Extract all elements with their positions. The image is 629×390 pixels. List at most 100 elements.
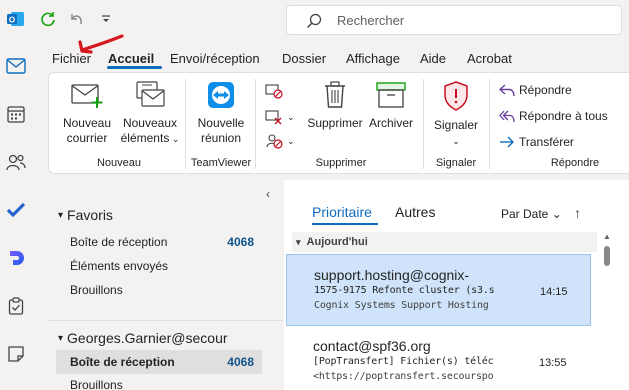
annotation-arrow bbox=[78, 34, 124, 54]
ribbon-separator bbox=[185, 79, 186, 169]
chevron-down-icon: ▾ bbox=[58, 209, 64, 221]
teamviewer-icon bbox=[189, 81, 253, 113]
scroll-up-icon[interactable]: ▲ bbox=[603, 232, 611, 241]
chevron-down-icon: ▾ bbox=[296, 236, 301, 247]
ribbon-separator bbox=[423, 79, 424, 169]
folder-inbox[interactable]: Boîte de réception bbox=[70, 355, 175, 369]
sort-direction-icon[interactable]: ↑ bbox=[574, 205, 581, 221]
reply-icon bbox=[499, 84, 515, 97]
active-tab-indicator bbox=[107, 66, 162, 69]
unread-count: 4068 bbox=[227, 355, 254, 369]
trash-icon bbox=[305, 81, 365, 113]
folder-inbox-favorite[interactable]: Boîte de réception bbox=[70, 235, 167, 249]
search-placeholder: Rechercher bbox=[337, 13, 405, 28]
teamviewer-label: Nouvelle bbox=[197, 116, 245, 130]
outlook-logo-icon: O bbox=[6, 9, 26, 29]
unread-count: 4068 bbox=[227, 235, 254, 249]
new-mail-icon bbox=[57, 81, 117, 113]
chevron-down-icon: ⌄ bbox=[287, 111, 295, 122]
folder-drafts-favorite[interactable]: Brouillons bbox=[70, 283, 123, 297]
tab-acrobat[interactable]: Acrobat bbox=[467, 51, 512, 66]
ignore-button[interactable] bbox=[265, 83, 283, 99]
cleanup-icon bbox=[265, 110, 282, 125]
new-mail-button[interactable]: Nouveau courrier bbox=[57, 81, 117, 146]
reply-all-button[interactable]: Répondre à tous bbox=[499, 109, 608, 123]
favorites-header[interactable]: ▾ Favoris bbox=[58, 207, 113, 223]
group-label-respond: Répondre bbox=[550, 157, 600, 169]
message-time: 14:15 bbox=[540, 286, 568, 298]
tab-envoi-reception[interactable]: Envoi/réception bbox=[170, 51, 260, 66]
reply-label: Répondre bbox=[519, 83, 572, 97]
svg-text:O: O bbox=[9, 16, 15, 25]
delete-button[interactable]: Supprimer bbox=[305, 81, 365, 131]
scrollbar[interactable]: ▲ bbox=[602, 232, 612, 390]
tasks-clipboard-icon[interactable] bbox=[4, 294, 28, 318]
favorites-label: Favoris bbox=[67, 207, 113, 223]
folder-divider bbox=[48, 320, 284, 321]
new-items-button[interactable]: Nouveaux éléments ⌄ bbox=[117, 81, 183, 147]
app-rail bbox=[0, 40, 32, 390]
new-mail-label: Nouveau bbox=[62, 116, 112, 130]
tab-affichage[interactable]: Affichage bbox=[346, 51, 400, 66]
notes-icon[interactable] bbox=[4, 342, 28, 366]
archive-icon bbox=[365, 81, 417, 113]
message-preview: Cognix Systems Support Hosting bbox=[314, 300, 489, 311]
folder-sent-items[interactable]: Éléments envoyés bbox=[70, 259, 168, 273]
ribbon-separator bbox=[255, 79, 256, 169]
people-icon[interactable] bbox=[4, 150, 28, 174]
mail-icon[interactable] bbox=[4, 54, 28, 78]
tab-aide[interactable]: Aide bbox=[420, 51, 446, 66]
message-subject: [PopTransfert] Fichier(s) téléchar bbox=[313, 356, 493, 367]
group-header-today[interactable]: ▾ Aujourd'hui bbox=[292, 232, 597, 252]
calendar-icon[interactable] bbox=[4, 102, 28, 126]
junk-icon bbox=[266, 134, 283, 149]
group-label-report: Signaler bbox=[435, 157, 477, 169]
sync-icon[interactable] bbox=[38, 9, 58, 29]
teamviewer-meeting-button[interactable]: Nouvelle réunion bbox=[189, 81, 253, 146]
list-item[interactable]: support.hosting@cognix- 1575-9175 Refont… bbox=[286, 254, 591, 326]
ribbon: Nouveau courrier Nouveaux éléments ⌄ Nou… bbox=[48, 72, 629, 174]
new-mail-label-2: courrier bbox=[66, 131, 108, 145]
account-label: Georges.Garnier@secour bbox=[67, 330, 228, 346]
scroll-thumb[interactable] bbox=[604, 246, 610, 266]
reply-button[interactable]: Répondre bbox=[499, 83, 572, 97]
collapse-pane-icon[interactable]: ‹ bbox=[266, 187, 270, 201]
group-label-delete: Supprimer bbox=[315, 157, 367, 169]
tab-focused[interactable]: Prioritaire bbox=[312, 204, 372, 220]
new-items-icon bbox=[117, 81, 183, 113]
report-shield-icon bbox=[429, 81, 483, 115]
archive-button[interactable]: Archiver bbox=[365, 81, 417, 131]
reply-all-label: Répondre à tous bbox=[519, 109, 608, 123]
message-subject: 1575-9175 Refonte cluster (s3.s4. bbox=[314, 285, 494, 296]
sort-dropdown[interactable]: Par Date ⌄ bbox=[501, 207, 562, 221]
forward-button[interactable]: Transférer bbox=[499, 135, 574, 149]
group-today-label: Aujourd'hui bbox=[306, 236, 368, 248]
tab-other[interactable]: Autres bbox=[395, 204, 435, 220]
sort-label: Par Date bbox=[501, 207, 549, 221]
search-icon bbox=[305, 12, 323, 30]
teamviewer-label-2: réunion bbox=[200, 131, 242, 145]
forward-label: Transférer bbox=[519, 135, 574, 149]
cleanup-button[interactable]: ⌄ bbox=[265, 109, 295, 125]
tab-dossier[interactable]: Dossier bbox=[282, 51, 326, 66]
chevron-down-icon: ▾ bbox=[58, 332, 64, 344]
group-label-teamviewer: TeamViewer bbox=[190, 157, 252, 169]
customize-toolbar-icon[interactable] bbox=[96, 9, 116, 29]
focused-tab-indicator bbox=[312, 223, 378, 225]
message-list: Prioritaire Autres Par Date ⌄ ↑ ▾ Aujour… bbox=[284, 180, 629, 390]
loop-app-icon[interactable] bbox=[4, 246, 28, 270]
delete-label: Supprimer bbox=[307, 116, 363, 130]
chevron-down-icon: ⌄ bbox=[551, 207, 562, 221]
message-sender: support.hosting@cognix- bbox=[314, 267, 470, 283]
account-header[interactable]: ▾ Georges.Garnier@secour bbox=[58, 330, 228, 346]
message-preview: <https://poptransfert.secourspopu bbox=[313, 371, 493, 382]
folder-drafts[interactable]: Brouillons bbox=[70, 378, 123, 390]
archive-label: Archiver bbox=[368, 116, 413, 130]
search-input[interactable]: Rechercher bbox=[286, 5, 622, 35]
todo-icon[interactable] bbox=[4, 198, 28, 222]
undo-icon[interactable] bbox=[66, 9, 86, 29]
junk-button[interactable]: ⌄ bbox=[265, 133, 295, 149]
message-time: 13:55 bbox=[539, 357, 567, 369]
list-item[interactable]: contact@spf36.org [PopTransfert] Fichier… bbox=[286, 326, 591, 390]
report-button[interactable]: Signaler ⌄ bbox=[429, 81, 483, 149]
